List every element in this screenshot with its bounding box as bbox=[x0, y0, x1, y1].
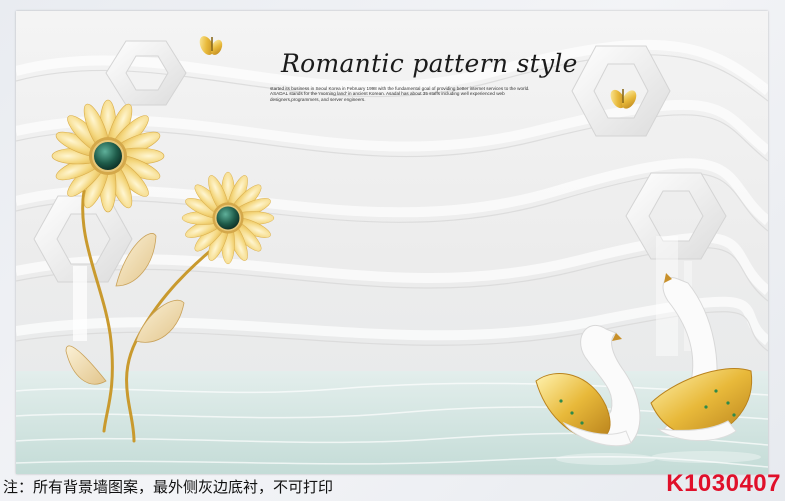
flower-icon bbox=[181, 171, 275, 265]
wallpaper-panel: Romantic pattern style started its busin… bbox=[16, 11, 768, 474]
artwork-title: Romantic pattern style bbox=[281, 49, 578, 78]
artwork-blurb: started its business in Seoul Korea in F… bbox=[270, 86, 530, 102]
product-preview: Romantic pattern style started its busin… bbox=[0, 0, 785, 501]
flower-icon bbox=[51, 99, 165, 213]
wallpaper-art bbox=[16, 36, 768, 474]
print-notice: 注：所有背景墙图案，最外侧灰边底衬，不可打印 bbox=[3, 478, 334, 496]
butterfly-icon bbox=[199, 36, 223, 55]
product-code: K1030407 bbox=[666, 470, 781, 497]
